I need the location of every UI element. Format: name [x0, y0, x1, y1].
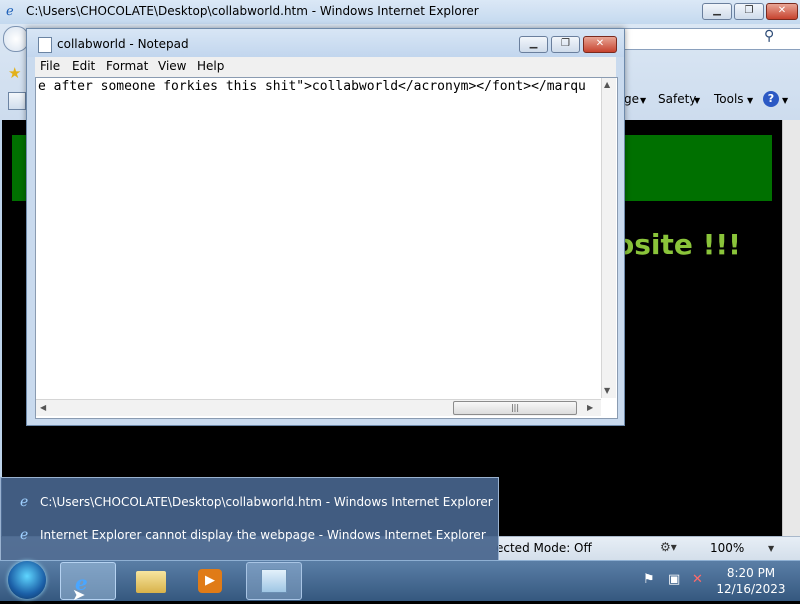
page-menu-button[interactable]: ge [624, 92, 639, 106]
notepad-text-area[interactable] [35, 77, 618, 419]
media-player-icon: ▶ [198, 569, 222, 593]
ie-minimize-button[interactable]: ▁ [702, 3, 732, 20]
notepad-icon [38, 37, 52, 53]
safety-menu-button[interactable]: Safety [658, 92, 696, 106]
chevron-down-icon: ▼ [782, 96, 789, 105]
notepad-text-content[interactable]: e after someone forkies this shit">colla… [38, 79, 598, 94]
start-button[interactable] [8, 561, 46, 599]
ie-vertical-scrollbar[interactable] [782, 120, 800, 536]
favorites-star-icon[interactable]: ★ [8, 64, 21, 82]
chevron-down-icon: ▼ [640, 96, 647, 105]
internet-explorer-icon: ℯ [20, 527, 29, 543]
notepad-minimize-button[interactable]: ▁ [519, 36, 548, 53]
menu-file[interactable]: File [40, 59, 60, 73]
ie-close-button[interactable]: ✕ [766, 3, 798, 20]
clock-date: 12/16/2023 [716, 582, 786, 596]
chevron-down-icon: ▼ [694, 96, 701, 105]
thumbnail-item[interactable]: Internet Explorer cannot display the web… [40, 528, 486, 542]
notepad-icon [261, 569, 287, 593]
tools-menu-button[interactable]: Tools [714, 92, 744, 106]
ie-window-title: C:\Users\CHOCOLATE\Desktop\collabworld.h… [26, 4, 479, 18]
action-center-flag-icon[interactable]: ⚑ [643, 572, 655, 587]
notepad-maximize-button[interactable]: ❐ [551, 36, 580, 53]
network-icon[interactable]: ▣ [668, 572, 680, 587]
notepad-vertical-scrollbar[interactable] [601, 78, 616, 398]
security-settings-icon[interactable]: ⚙▾ [660, 540, 677, 554]
thumbnail-item[interactable]: C:\Users\CHOCOLATE\Desktop\collabworld.h… [40, 495, 493, 509]
page-heading-text: osite !!! [615, 228, 741, 261]
zoom-level[interactable]: 100% [710, 541, 744, 555]
ie-app-icon: ℯ [6, 4, 14, 19]
mouse-cursor-icon: ➤ [72, 585, 86, 604]
tabs-grid-icon[interactable] [8, 92, 26, 110]
menu-format[interactable]: Format [106, 59, 148, 73]
system-clock[interactable]: 8:20 PM 12/16/2023 [712, 565, 790, 597]
notepad-window-title: collabworld - Notepad [57, 37, 189, 51]
clock-time: 8:20 PM [726, 566, 776, 580]
notepad-close-button[interactable]: ✕ [583, 36, 617, 53]
notepad-window: collabworld - Notepad ▁ ❐ ✕ File Edit Fo… [26, 28, 625, 426]
horizontal-scroll-thumb[interactable]: ||| [453, 401, 577, 415]
scroll-right-arrow-icon[interactable]: ▶ [587, 403, 593, 412]
chevron-down-icon[interactable]: ▼ [768, 544, 774, 553]
help-icon[interactable]: ? [763, 91, 779, 107]
taskbar-thumbnail-list [0, 477, 499, 563]
folder-icon [136, 571, 166, 593]
menu-view[interactable]: View [158, 59, 186, 73]
taskbar-ie-button[interactable] [60, 562, 116, 600]
menu-help[interactable]: Help [197, 59, 224, 73]
scroll-up-arrow-icon[interactable]: ▲ [604, 80, 610, 89]
chevron-down-icon: ▼ [747, 96, 754, 105]
volume-muted-icon[interactable]: ✕ [692, 572, 703, 587]
internet-explorer-icon: ℯ [20, 494, 29, 510]
scroll-left-arrow-icon[interactable]: ◀ [40, 403, 46, 412]
search-icon[interactable]: ⚲ [764, 28, 774, 44]
protected-mode-status[interactable]: ected Mode: Off [496, 541, 592, 555]
scroll-down-arrow-icon[interactable]: ▼ [604, 386, 610, 395]
ie-maximize-button[interactable]: ❐ [734, 3, 764, 20]
menu-edit[interactable]: Edit [72, 59, 95, 73]
